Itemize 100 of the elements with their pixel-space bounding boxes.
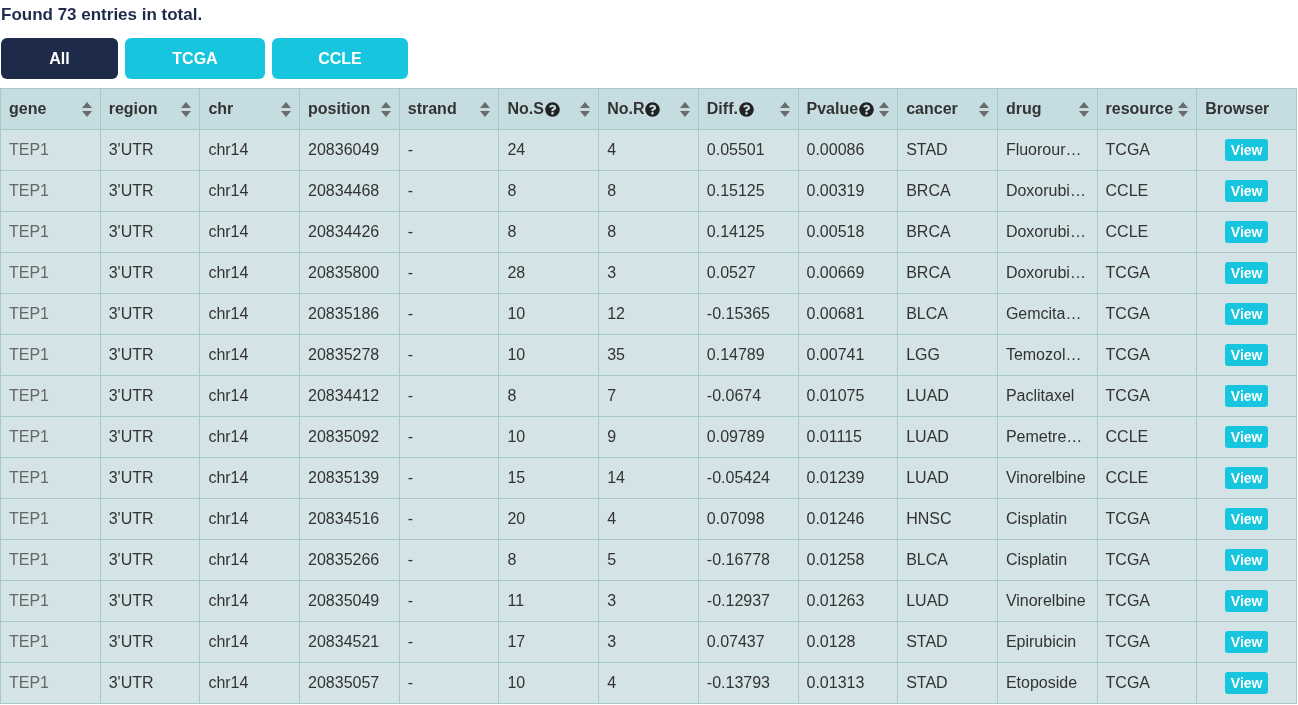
- table-cell: chr14: [208, 346, 249, 363]
- table-cell: 12: [607, 305, 625, 322]
- view-button[interactable]: View: [1224, 549, 1269, 571]
- table-cell: Epirubicin: [1005, 633, 1077, 650]
- table-cell: -: [407, 469, 414, 486]
- table-cell: 24: [507, 141, 526, 158]
- table-cell: 0.01263: [806, 592, 865, 609]
- table-cell: -0.15365: [706, 305, 770, 322]
- filter-tab[interactable]: CCLE: [272, 38, 408, 79]
- table-cell: LUAD: [906, 428, 949, 445]
- table-cell: BRCA: [906, 182, 951, 199]
- sort-icon[interactable]: [81, 101, 92, 117]
- column-header[interactable]: Diff.: [698, 88, 798, 130]
- table-cell: Doxorubi…: [1005, 223, 1086, 240]
- table-cell: TEP1: [9, 264, 49, 281]
- table-cell: TCGA: [1105, 387, 1150, 404]
- column-header[interactable]: No.S: [498, 88, 599, 130]
- sort-icon[interactable]: [380, 101, 391, 117]
- column-header[interactable]: position: [299, 88, 400, 130]
- table-cell: chr14: [208, 223, 249, 240]
- view-button[interactable]: View: [1224, 590, 1269, 612]
- filter-tab[interactable]: TCGA: [125, 38, 265, 79]
- column-title: strand: [407, 99, 457, 119]
- table-cell: TCGA: [1105, 141, 1150, 158]
- table-cell: 20834468: [308, 182, 380, 199]
- table-cell: 3: [607, 592, 617, 609]
- column-header[interactable]: gene: [0, 88, 101, 130]
- table-cell: CCLE: [1105, 469, 1149, 486]
- view-button[interactable]: View: [1224, 139, 1269, 161]
- column-title: Pvalue: [806, 99, 859, 119]
- view-button[interactable]: View: [1224, 385, 1269, 407]
- sort-icon[interactable]: [281, 101, 292, 117]
- filter-tab[interactable]: All: [1, 38, 118, 79]
- column-title: Browser: [1205, 99, 1270, 119]
- column-header[interactable]: cancer: [897, 88, 998, 130]
- column-header[interactable]: drug: [997, 88, 1098, 130]
- table-cell: chr14: [208, 510, 249, 527]
- column-title: No.R: [607, 99, 645, 119]
- table-cell: -: [407, 510, 414, 527]
- table-cell: chr14: [208, 592, 249, 609]
- column-header[interactable]: resource: [1097, 88, 1197, 130]
- sort-icon[interactable]: [480, 101, 491, 117]
- view-button[interactable]: View: [1224, 467, 1269, 489]
- table-cell: TCGA: [1105, 592, 1150, 609]
- sort-icon[interactable]: [779, 101, 790, 117]
- column-header[interactable]: chr: [199, 88, 300, 130]
- table-cell: Etoposide: [1005, 674, 1078, 691]
- table-cell: 20: [507, 510, 526, 527]
- table-cell: -: [407, 305, 414, 322]
- table-cell: 0.15125: [706, 182, 765, 199]
- sort-icon[interactable]: [978, 101, 989, 117]
- view-button[interactable]: View: [1224, 631, 1269, 653]
- table-cell: -: [407, 346, 414, 363]
- table-cell: 0.01115: [806, 428, 862, 445]
- view-button[interactable]: View: [1224, 426, 1269, 448]
- column-header[interactable]: No.R: [598, 88, 699, 130]
- table-cell: TCGA: [1105, 633, 1150, 650]
- help-icon[interactable]: [544, 101, 560, 117]
- column-header[interactable]: Pvalue: [798, 88, 898, 130]
- sort-icon[interactable]: [679, 101, 690, 117]
- view-button[interactable]: View: [1224, 672, 1269, 694]
- table-cell: chr14: [208, 141, 249, 158]
- column-title: cancer: [906, 99, 958, 119]
- column-header[interactable]: region: [100, 88, 200, 130]
- table-cell: TCGA: [1105, 305, 1150, 322]
- table-cell: STAD: [906, 141, 948, 158]
- view-button[interactable]: View: [1224, 303, 1269, 325]
- sort-icon[interactable]: [181, 101, 192, 117]
- table-cell: 0.14789: [706, 346, 765, 363]
- view-button[interactable]: View: [1224, 344, 1269, 366]
- table-cell: -0.13793: [706, 674, 770, 691]
- sort-icon[interactable]: [580, 101, 591, 117]
- help-icon[interactable]: [859, 101, 875, 117]
- table-cell: 5: [607, 551, 617, 568]
- sort-icon[interactable]: [879, 101, 890, 117]
- help-icon[interactable]: [738, 101, 754, 117]
- column-header[interactable]: strand: [399, 88, 499, 130]
- help-icon[interactable]: [645, 101, 661, 117]
- view-button[interactable]: View: [1224, 180, 1269, 202]
- view-button[interactable]: View: [1224, 221, 1269, 243]
- table-cell: -0.12937: [706, 592, 770, 609]
- table-cell: TEP1: [9, 141, 49, 158]
- table-cell: 0.01246: [806, 510, 865, 527]
- table-cell: CCLE: [1105, 182, 1149, 199]
- table-cell: 3'UTR: [108, 182, 154, 199]
- table-cell: STAD: [906, 674, 948, 691]
- table-cell: Cisplatin: [1005, 510, 1068, 527]
- view-button[interactable]: View: [1224, 262, 1269, 284]
- table-cell: -0.0674: [706, 387, 762, 404]
- table-cell: 35: [607, 346, 625, 363]
- table-cell: TEP1: [9, 469, 49, 486]
- table-cell: 8: [507, 387, 517, 404]
- table-cell: 20835092: [308, 428, 380, 445]
- table-cell: TEP1: [9, 387, 49, 404]
- table-cell: -0.05424: [706, 469, 770, 486]
- table-cell: 3'UTR: [108, 264, 154, 281]
- view-button[interactable]: View: [1224, 508, 1269, 530]
- sort-icon[interactable]: [1078, 101, 1089, 117]
- table-cell: -: [407, 592, 414, 609]
- sort-icon[interactable]: [1178, 101, 1189, 117]
